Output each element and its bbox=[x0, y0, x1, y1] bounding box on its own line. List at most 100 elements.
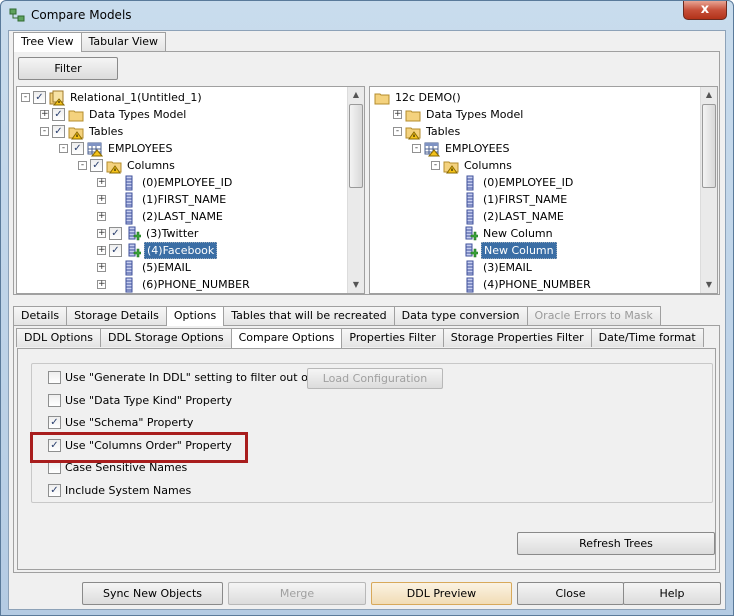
tree-node-label: EMPLOYEES bbox=[445, 142, 510, 155]
help-button[interactable]: Help bbox=[623, 582, 721, 605]
tab-tree-view[interactable]: Tree View bbox=[13, 32, 82, 52]
tree-node[interactable]: New Column bbox=[450, 242, 557, 259]
options-panel: DDL Options DDL Storage Options Compare Op… bbox=[13, 325, 720, 573]
scroll-thumb[interactable] bbox=[349, 104, 363, 188]
tab-details[interactable]: Details bbox=[13, 306, 68, 325]
tree-node-label: Data Types Model bbox=[426, 108, 524, 121]
tree-node-checkbox[interactable]: ✓ bbox=[71, 142, 84, 155]
scroll-up-icon[interactable]: ▲ bbox=[348, 87, 364, 103]
tree-node[interactable]: + ✓ Data Types Model bbox=[40, 106, 188, 123]
tree-node[interactable]: + (1)FIRST_NAME bbox=[97, 191, 228, 208]
refresh-trees-button[interactable]: Refresh Trees bbox=[517, 532, 715, 555]
tree-node-checkbox[interactable]: ✓ bbox=[90, 159, 103, 172]
collapse-icon[interactable]: - bbox=[78, 161, 87, 170]
compare-option-row[interactable]: Use "Data Type Kind" Property bbox=[48, 393, 232, 407]
option-checkbox[interactable] bbox=[48, 371, 61, 384]
collapse-icon[interactable]: - bbox=[59, 144, 68, 153]
collapse-icon[interactable]: - bbox=[40, 127, 49, 136]
collapse-icon[interactable]: - bbox=[412, 144, 421, 153]
tree-node[interactable]: - Tables bbox=[393, 123, 462, 140]
tree-node-checkbox[interactable]: ✓ bbox=[52, 108, 65, 121]
close-button[interactable]: Close bbox=[517, 582, 624, 605]
expand-icon[interactable]: + bbox=[97, 280, 106, 289]
filter-button[interactable]: Filter bbox=[18, 57, 118, 80]
tree-node[interactable]: + (2)LAST_NAME bbox=[97, 208, 225, 225]
option-checkbox[interactable]: ✓ bbox=[48, 483, 61, 497]
scroll-thumb[interactable] bbox=[702, 104, 716, 188]
option-checkbox[interactable] bbox=[48, 393, 61, 407]
expand-icon[interactable]: + bbox=[97, 229, 106, 238]
tree-node-checkbox[interactable]: ✓ bbox=[109, 227, 122, 240]
option-label: Use "Data Type Kind" Property bbox=[65, 393, 232, 407]
scroll-down-icon[interactable]: ▼ bbox=[348, 277, 364, 293]
expand-icon[interactable]: + bbox=[97, 263, 106, 272]
tab-options[interactable]: Options bbox=[165, 306, 225, 326]
tree-node[interactable]: - ✓ EMPLOYEES bbox=[59, 140, 174, 157]
ddl-preview-button[interactable]: DDL Preview bbox=[371, 582, 512, 605]
tree-node[interactable]: + (0)EMPLOYEE_ID bbox=[97, 174, 234, 191]
expand-icon[interactable]: + bbox=[97, 212, 106, 221]
tree-node[interactable]: + ✓ (3)Twitter bbox=[97, 225, 200, 242]
tree-node[interactable]: + Data Types Model bbox=[393, 106, 525, 123]
tree-node[interactable]: - ✓ Tables bbox=[40, 123, 125, 140]
tab-date-time-format[interactable]: Date/Time format bbox=[590, 328, 704, 347]
tree-node[interactable]: New Column bbox=[450, 225, 555, 242]
collapse-icon[interactable]: - bbox=[393, 127, 402, 136]
load-configuration-button[interactable]: Load Configuration bbox=[307, 368, 443, 389]
tree-node[interactable]: (3)EMAIL bbox=[450, 259, 534, 276]
expand-icon[interactable]: + bbox=[97, 246, 106, 255]
expand-icon[interactable]: + bbox=[40, 110, 49, 119]
left-model-tree[interactable]: - ✓ Relational_1(Untitled_1) + ✓ Data Types M… bbox=[16, 86, 365, 294]
tab-oracle-errors-to-mask[interactable]: Oracle Errors to Mask bbox=[526, 306, 661, 325]
expand-icon[interactable]: + bbox=[393, 110, 402, 119]
tree-node[interactable]: + (6)PHONE_NUMBER bbox=[97, 276, 252, 293]
scroll-down-icon[interactable]: ▼ bbox=[701, 277, 717, 293]
close-icon: x bbox=[700, 2, 710, 17]
tree-node-checkbox[interactable]: ✓ bbox=[52, 125, 65, 138]
left-tree-scrollbar[interactable]: ▲ ▼ bbox=[347, 87, 364, 293]
tree-node[interactable]: - ✓ Relational_1(Untitled_1) bbox=[21, 89, 204, 106]
tab-storage-properties-filter[interactable]: Storage Properties Filter bbox=[442, 328, 592, 347]
tab-properties-filter[interactable]: Properties Filter bbox=[341, 328, 444, 347]
tree-node[interactable]: (2)LAST_NAME bbox=[450, 208, 566, 225]
tree-node[interactable]: - ✓ Columns bbox=[78, 157, 177, 174]
window-close-button[interactable]: x bbox=[683, 1, 727, 20]
right-model-tree[interactable]: 12c DEMO() + Data Types Model - Tables - EMPLO… bbox=[369, 86, 718, 294]
tree-node-checkbox[interactable]: ✓ bbox=[33, 91, 46, 104]
tree-node-label: (0)EMPLOYEE_ID bbox=[142, 176, 233, 189]
column-icon bbox=[462, 260, 481, 276]
tree-node[interactable]: - EMPLOYEES bbox=[412, 140, 511, 157]
compare-option-row[interactable]: ✓ Include System Names bbox=[48, 483, 191, 497]
folder-warning-icon bbox=[405, 124, 424, 140]
option-label: Use "Generate In DDL" setting to filter … bbox=[65, 371, 341, 384]
collapse-icon[interactable]: - bbox=[21, 93, 30, 102]
right-tree-scrollbar[interactable]: ▲ ▼ bbox=[700, 87, 717, 293]
tab-ddl-storage-options[interactable]: DDL Storage Options bbox=[100, 328, 232, 347]
expand-icon[interactable]: + bbox=[97, 195, 106, 204]
tree-node[interactable]: (4)PHONE_NUMBER bbox=[450, 276, 593, 293]
tree-node[interactable]: (0)EMPLOYEE_ID bbox=[450, 174, 575, 191]
tree-node[interactable]: - Columns bbox=[431, 157, 514, 174]
tree-node[interactable]: + (5)EMAIL bbox=[97, 259, 193, 276]
tab-ddl-options[interactable]: DDL Options bbox=[16, 328, 102, 347]
collapse-icon[interactable]: - bbox=[431, 161, 440, 170]
expand-icon[interactable]: + bbox=[97, 178, 106, 187]
tree-node[interactable]: 12c DEMO() bbox=[374, 89, 463, 106]
scroll-up-icon[interactable]: ▲ bbox=[701, 87, 717, 103]
compare-option-row[interactable]: ✓ Use "Schema" Property bbox=[48, 416, 193, 429]
tab-data-type-conversion[interactable]: Data type conversion bbox=[393, 306, 528, 325]
tab-tabular-view[interactable]: Tabular View bbox=[80, 32, 167, 51]
sync-new-objects-button[interactable]: Sync New Objects bbox=[82, 582, 223, 605]
tree-node[interactable]: + ✓ (4)Facebook bbox=[97, 242, 218, 259]
column-icon bbox=[121, 192, 140, 208]
option-checkbox[interactable]: ✓ bbox=[48, 416, 61, 429]
tab-tables-that-will-be-recreated[interactable]: Tables that will be recreated bbox=[223, 306, 395, 325]
merge-button[interactable]: Merge bbox=[228, 582, 366, 605]
title-bar[interactable]: Compare Models x bbox=[1, 1, 733, 29]
tab-storage-details[interactable]: Storage Details bbox=[66, 306, 167, 325]
compare-option-row[interactable]: Use "Generate In DDL" setting to filter … bbox=[48, 371, 341, 384]
tab-compare-options[interactable]: Compare Options bbox=[230, 328, 343, 348]
tree-node-checkbox[interactable]: ✓ bbox=[109, 244, 122, 257]
tree-node[interactable]: (1)FIRST_NAME bbox=[450, 191, 569, 208]
tab-label: Tree View bbox=[21, 35, 74, 48]
